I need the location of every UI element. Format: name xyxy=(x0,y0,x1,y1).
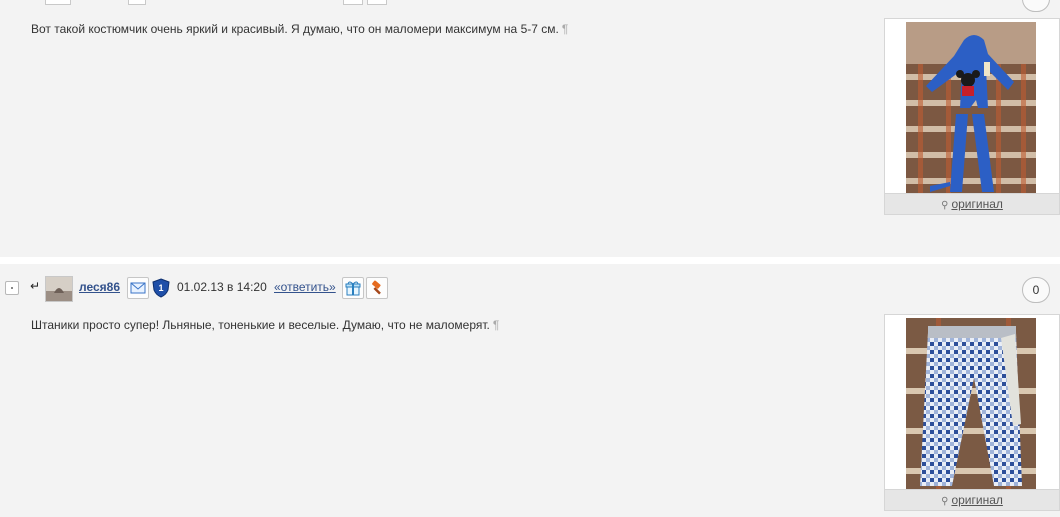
gavel-icon-fragment xyxy=(367,0,387,5)
comment-post: ↵ леся86 1 01.02.13 в 14:20 «ответить» 0… xyxy=(0,264,1060,517)
pilcrow-mark: ¶ xyxy=(561,22,569,36)
comment-header: ↵ леся86 1 01.02.13 в 14:20 «ответить» xyxy=(0,276,880,302)
envelope-icon xyxy=(130,282,146,294)
image-thumbnail-box: ⚲ оригинал xyxy=(884,18,1060,215)
comment-post: Вот такой костюмчик очень яркий и красив… xyxy=(0,0,1060,257)
avatar-fragment xyxy=(45,0,71,5)
gavel-icon xyxy=(372,280,381,295)
username-link[interactable]: леся86 xyxy=(79,280,120,294)
reply-arrow-icon: ↵ xyxy=(30,279,41,293)
comment-counter xyxy=(1022,0,1050,12)
gift-icon-fragment xyxy=(343,0,363,5)
original-image-link[interactable]: оригинал xyxy=(951,197,1002,211)
comment-datetime: 01.02.13 в 14:20 xyxy=(177,280,267,294)
gift-button[interactable] xyxy=(342,277,364,299)
complaint-button[interactable] xyxy=(366,277,388,299)
avatar[interactable] xyxy=(45,276,73,302)
svg-text:1: 1 xyxy=(158,283,163,293)
rank-shield-icon: 1 xyxy=(152,278,170,298)
message-button[interactable] xyxy=(127,277,149,299)
image-thumbnail-box: ⚲ оригинал xyxy=(884,314,1060,511)
original-image-link[interactable]: оригинал xyxy=(951,493,1002,507)
select-checkbox[interactable] xyxy=(5,281,19,295)
photo-checked-pants[interactable] xyxy=(906,318,1036,489)
original-link-bar: ⚲ оригинал xyxy=(885,193,1059,214)
magnifier-icon: ⚲ xyxy=(941,200,949,211)
original-link-bar: ⚲ оригинал xyxy=(885,489,1059,510)
photo-blue-suit[interactable] xyxy=(906,22,1036,193)
pilcrow-mark: ¶ xyxy=(492,318,500,332)
comment-text: Вот такой костюмчик очень яркий и красив… xyxy=(31,22,569,36)
reply-link[interactable]: «ответить» xyxy=(274,280,336,294)
comment-text: Штаники просто супер! Льняные, тоненькие… xyxy=(31,318,500,332)
magnifier-icon: ⚲ xyxy=(941,496,949,507)
gift-icon xyxy=(345,281,361,296)
icon-fragment xyxy=(128,0,146,5)
comment-counter: 0 xyxy=(1022,277,1050,303)
